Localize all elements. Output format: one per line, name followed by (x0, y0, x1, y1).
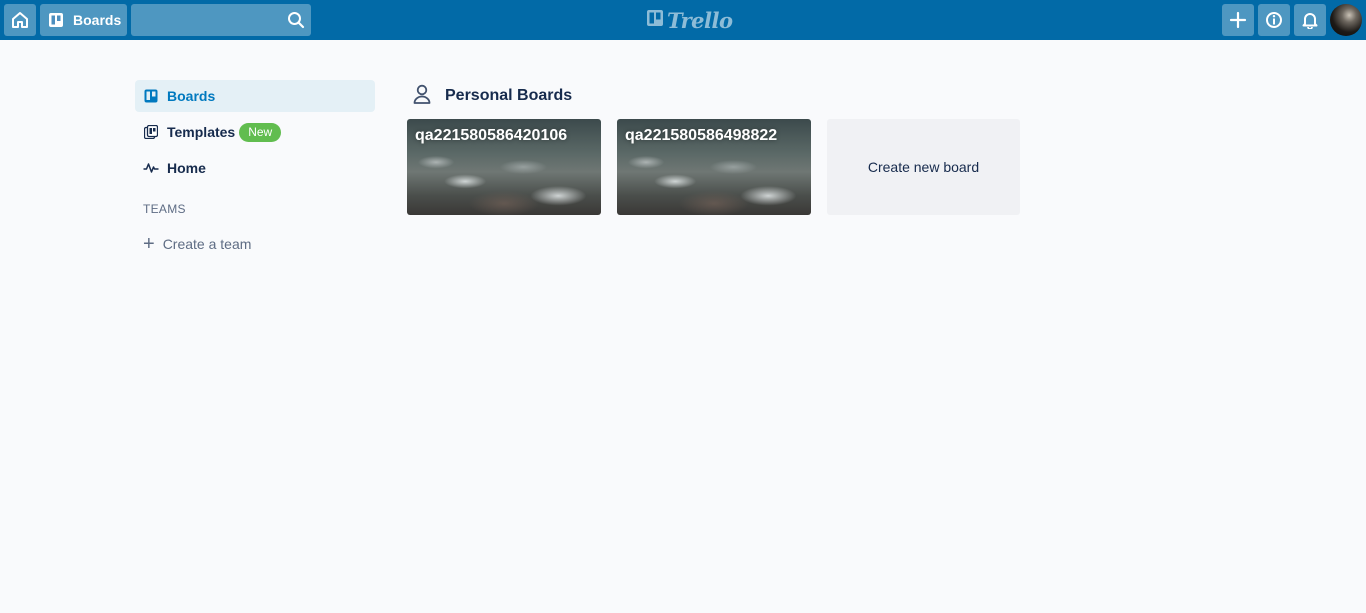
notifications-button[interactable] (1294, 4, 1326, 36)
sidebar-item-label: Home (167, 160, 206, 176)
trello-logo-text: Trello (667, 7, 733, 33)
search-box[interactable] (131, 4, 311, 36)
plus-icon: + (143, 233, 155, 255)
info-button[interactable] (1258, 4, 1290, 36)
trello-logo[interactable]: Trello (646, 7, 733, 33)
boards-button[interactable]: Boards (40, 4, 127, 36)
create-team-label: Create a team (162, 236, 252, 252)
template-icon (143, 124, 159, 140)
info-icon (1265, 11, 1283, 29)
home-icon (11, 11, 29, 29)
sidebar-item-label: Templates (167, 124, 236, 140)
boards-main: Personal Boards qa221580586420106 qa2215… (407, 80, 1027, 215)
home-button[interactable] (4, 4, 36, 36)
create-team-button[interactable]: + Create a team (135, 230, 375, 258)
sidebar-item-templates[interactable]: Templates New (135, 116, 375, 148)
new-badge: New (239, 122, 282, 142)
board-icon (143, 88, 159, 104)
activity-icon (143, 160, 159, 176)
create-new-board-tile[interactable]: Create new board (827, 119, 1020, 215)
create-button[interactable] (1222, 4, 1254, 36)
board-icon (48, 12, 64, 28)
top-header: Boards Trello (0, 0, 1366, 40)
board-tile-name: qa221580586420106 (415, 127, 568, 144)
board-tile[interactable]: qa221580586420106 (407, 119, 601, 215)
boards-button-label: Boards (73, 12, 122, 28)
sidebar-item-label: Boards (167, 88, 216, 104)
teams-heading: TEAMS (143, 202, 186, 216)
plus-icon (1229, 11, 1247, 29)
board-tile[interactable]: qa221580586498822 (617, 119, 811, 215)
section-title: Personal Boards (445, 87, 573, 104)
create-new-board-label: Create new board (867, 159, 980, 175)
person-icon (413, 84, 431, 109)
avatar[interactable] (1330, 4, 1362, 36)
board-tile-name: qa221580586498822 (625, 127, 778, 144)
sidebar-item-home[interactable]: Home (135, 152, 375, 184)
search-input[interactable] (131, 4, 311, 36)
sidebar: Boards Templates New Home TEAMS + Create… (135, 80, 375, 258)
sidebar-item-boards[interactable]: Boards (135, 80, 375, 112)
search-icon (287, 11, 305, 29)
bell-icon (1301, 11, 1319, 29)
trello-logo-icon (646, 9, 664, 32)
personal-boards-header: Personal Boards (407, 80, 1027, 112)
